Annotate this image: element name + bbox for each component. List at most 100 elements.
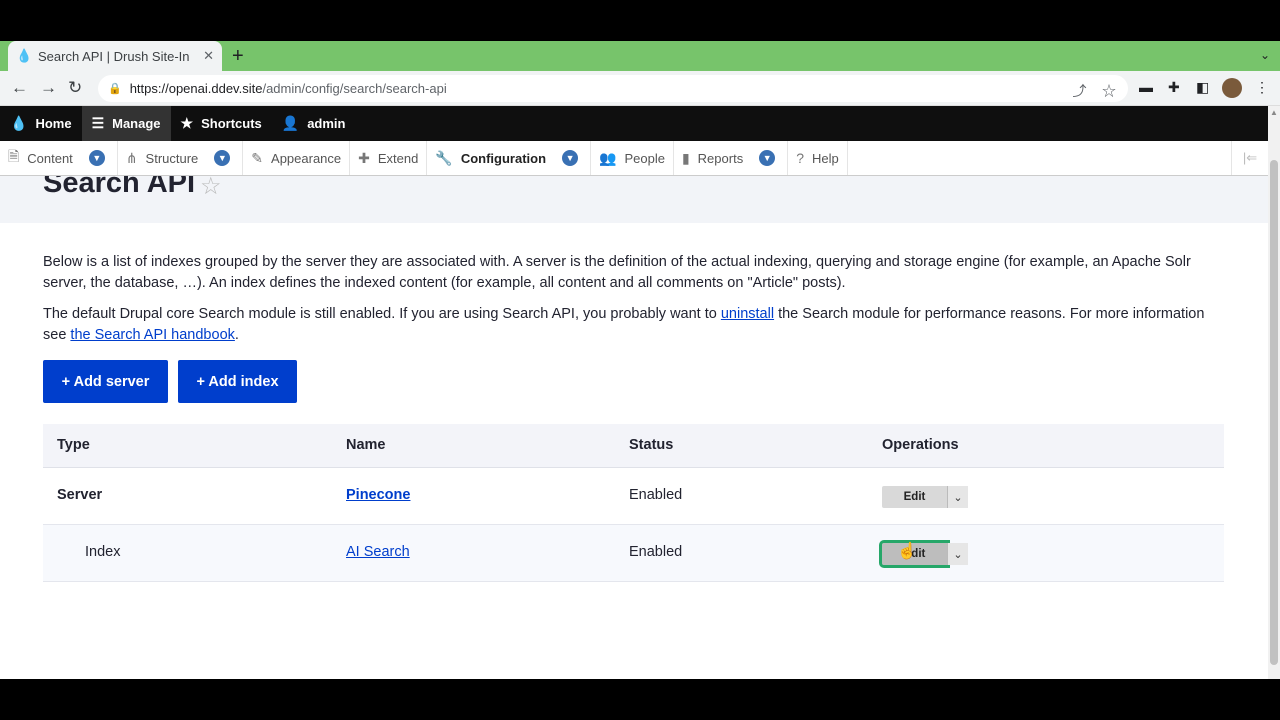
tray-configuration-label: Configuration: [460, 150, 547, 166]
row-name: Pinecone: [346, 487, 410, 503]
puzzle-piece-icon: ✚: [358, 149, 370, 166]
video-frame-top: [0, 0, 1280, 41]
user-icon: 👤: [281, 115, 300, 131]
row-type: Index: [85, 544, 121, 560]
tab-close-icon[interactable]: ✕: [203, 48, 214, 64]
operations-dropbutton: Edit ⌄: [879, 540, 968, 568]
browser-tabbar: 💧 Search API | Drush Site-In ✕ + ⌄: [0, 41, 1280, 71]
drupal-favicon-icon: 💧: [16, 48, 33, 63]
table-row: Server Pinecone Enabled Edit ⌄: [43, 468, 1224, 525]
video-frame-bottom: [0, 679, 1280, 720]
document-icon: 🗎: [8, 148, 20, 164]
admin-tray: 🗎 Content ▼ ⋔ Structure ▼ ✎ Appearance ✚…: [0, 141, 1268, 176]
browser-tab[interactable]: 💧 Search API | Drush Site-In ✕: [8, 41, 222, 71]
tray-item-people[interactable]: 👥 People: [591, 141, 674, 175]
kebab-menu-icon[interactable]: ⋮: [1255, 79, 1269, 96]
row-status: Enabled: [629, 544, 683, 560]
th-name: Name: [346, 437, 386, 453]
tray-structure-label: Structure: [145, 150, 199, 166]
new-tab-button[interactable]: +: [232, 46, 244, 66]
chevron-down-icon[interactable]: ▼: [214, 150, 231, 166]
admin-toolbar: 💧 Home ☰ Manage ★ Shortcuts 👤 admin: [0, 106, 1268, 141]
share-icon[interactable]: ⤴: [1072, 83, 1086, 99]
edit-button[interactable]: Edit: [882, 486, 947, 508]
tab-title: Search API | Drush Site-In: [38, 48, 190, 64]
omnibox-actions: ⤴ ☆: [1072, 81, 1116, 101]
notice-text-a: The default Drupal core Search module is…: [43, 306, 721, 322]
ai-search-index-link[interactable]: AI Search: [346, 544, 410, 560]
collapse-tray-icon[interactable]: |⇐: [1231, 141, 1268, 175]
hamburger-menu-icon: ☰: [91, 115, 105, 131]
toolbar-manage[interactable]: ☰ Manage: [81, 106, 171, 141]
th-type: Type: [57, 437, 90, 453]
add-index-button[interactable]: + Add index: [178, 360, 297, 403]
people-icon: 👥: [599, 149, 617, 166]
page-title: Search API: [43, 176, 196, 199]
row-name: AI Search: [346, 544, 410, 560]
back-arrow-icon[interactable]: ←: [11, 78, 28, 98]
chevron-down-icon[interactable]: ⌄: [947, 543, 968, 565]
url-host: https://openai.ddev.site: [129, 81, 263, 96]
th-operations: Operations: [882, 437, 959, 453]
chevron-down-icon[interactable]: ⌄: [947, 486, 968, 508]
uninstall-link[interactable]: uninstall: [721, 306, 774, 322]
star-icon: ★: [180, 115, 194, 131]
forward-arrow-icon[interactable]: →: [40, 78, 57, 98]
url-path: /admin/config/search/search-api: [262, 81, 447, 96]
th-status: Status: [629, 437, 674, 453]
tray-item-help[interactable]: ? Help: [788, 141, 848, 175]
chevron-down-icon[interactable]: ▼: [88, 150, 105, 166]
bookmark-star-icon[interactable]: ☆: [1102, 83, 1116, 99]
tray-item-extend[interactable]: ✚ Extend: [350, 141, 428, 175]
toolbar-home[interactable]: 💧 Home: [0, 106, 82, 141]
profile-avatar[interactable]: [1222, 78, 1242, 98]
handbook-link[interactable]: the Search API handbook: [70, 327, 234, 343]
tray-people-label: People: [624, 150, 665, 166]
indexes-table: Type Name Status Operations Server Pinec…: [43, 424, 1224, 582]
puzzle-icon[interactable]: ✚: [1168, 79, 1180, 96]
table-header: Type Name Status Operations: [43, 424, 1224, 468]
toolbar-user[interactable]: 👤 admin: [272, 106, 356, 141]
tray-item-content[interactable]: 🗎 Content ▼: [0, 141, 118, 175]
scrollbar-thumb[interactable]: [1270, 160, 1278, 665]
hand-cursor-icon: ☝: [897, 543, 917, 560]
tray-reports-label: Reports: [697, 150, 744, 166]
tray-item-appearance[interactable]: ✎ Appearance: [243, 141, 351, 175]
tray-extend-label: Extend: [377, 150, 419, 166]
extension-icon[interactable]: ▬: [1139, 79, 1153, 95]
drupal-drop-icon: 💧: [10, 115, 28, 131]
structure-icon: ⋔: [125, 149, 138, 166]
scroll-up-arrow-icon[interactable]: ▲: [1270, 108, 1278, 117]
notice-text-c: .: [234, 327, 239, 343]
operations-dropbutton: Edit ⌄: [882, 486, 968, 508]
tab-search-chevron-icon[interactable]: ⌄: [1260, 48, 1270, 62]
url-text: https://openai.ddev.site/admin/config/se…: [130, 81, 447, 96]
chevron-down-icon[interactable]: ▼: [562, 150, 579, 166]
pinecone-server-link[interactable]: Pinecone: [346, 487, 410, 503]
tray-appearance-label: Appearance: [271, 150, 342, 166]
table-row: Index AI Search Enabled Edit ⌄: [43, 525, 1224, 582]
page-content: Search API ☆ Below is a list of indexes …: [0, 176, 1268, 679]
tray-content-label: Content: [27, 150, 73, 166]
core-search-notice: The default Drupal core Search module is…: [43, 304, 1223, 346]
toolbar-shortcuts[interactable]: ★ Shortcuts: [171, 106, 272, 141]
shortcut-star-icon[interactable]: ☆: [200, 176, 222, 201]
toolbar-user-label: admin: [307, 116, 346, 131]
reload-icon[interactable]: ↻: [68, 78, 82, 98]
url-input[interactable]: 🔒 https://openai.ddev.site/admin/config/…: [98, 75, 1128, 102]
wrench-icon: 🔧: [435, 149, 453, 166]
toolbar-manage-label: Manage: [112, 116, 161, 131]
toolbar-home-label: Home: [35, 116, 72, 131]
description-paragraph: Below is a list of indexes grouped by th…: [43, 254, 1191, 291]
tray-item-reports[interactable]: ▮ Reports ▼: [674, 141, 789, 175]
tray-item-configuration[interactable]: 🔧 Configuration ▼: [427, 141, 592, 175]
help-icon: ?: [796, 150, 804, 166]
paintbrush-icon: ✎: [251, 149, 264, 166]
bar-chart-icon: ▮: [681, 149, 690, 166]
lock-icon: 🔒: [108, 83, 122, 95]
add-server-button[interactable]: + Add server: [43, 360, 168, 403]
toolbar-shortcuts-label: Shortcuts: [201, 116, 262, 131]
tray-item-structure[interactable]: ⋔ Structure ▼: [118, 141, 244, 175]
chevron-down-icon[interactable]: ▼: [759, 150, 776, 166]
side-panel-icon[interactable]: ◧: [1196, 79, 1209, 96]
